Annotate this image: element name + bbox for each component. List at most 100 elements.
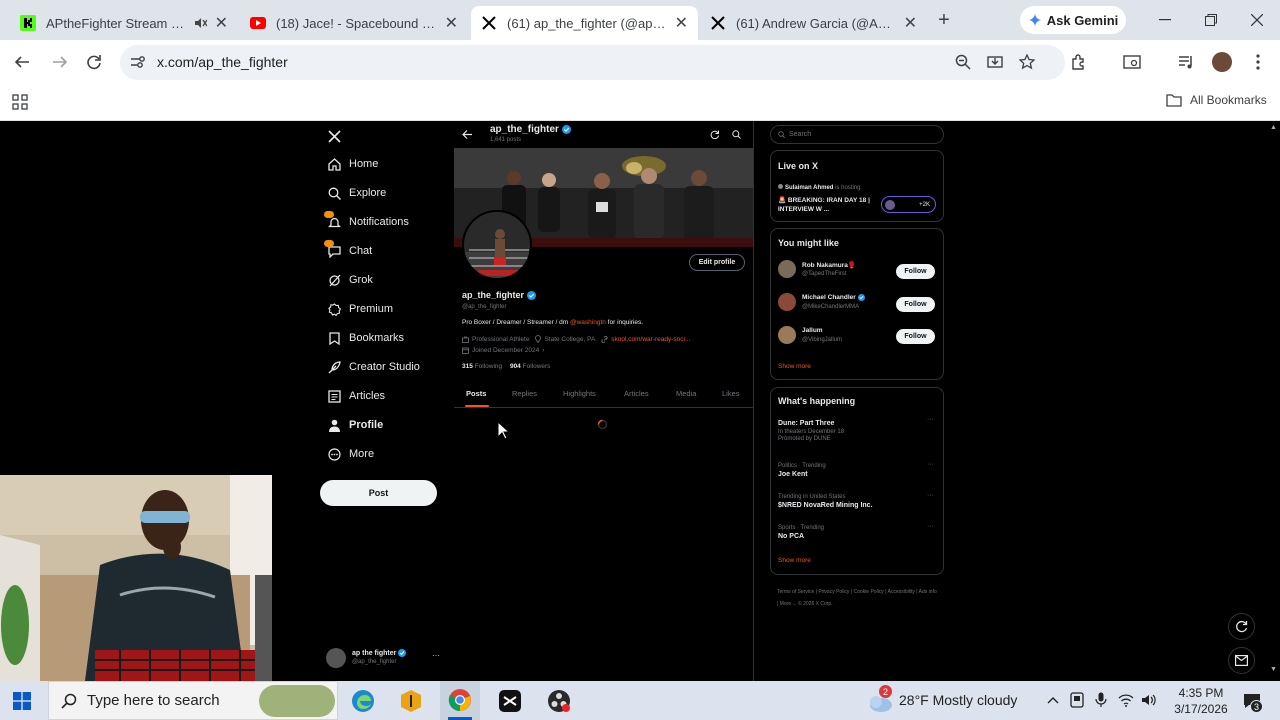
- apps-grid-icon[interactable]: [11, 93, 29, 111]
- back-icon[interactable]: [12, 52, 32, 72]
- menu-icon[interactable]: [1250, 52, 1266, 72]
- follow-button[interactable]: Follow: [896, 297, 935, 312]
- page-scrollbar[interactable]: ▲ ▼: [1267, 121, 1280, 681]
- site-info-icon[interactable]: [130, 54, 146, 70]
- install-app-icon[interactable]: [986, 53, 1004, 71]
- scroll-down-icon[interactable]: ▼: [1270, 666, 1277, 673]
- show-more-link[interactable]: Show more: [778, 363, 811, 370]
- trend-more-icon[interactable]: ···: [927, 523, 934, 530]
- post-button[interactable]: Post: [320, 480, 437, 506]
- taskbar-search-box[interactable]: Type here to search: [48, 681, 338, 720]
- grok-float-button[interactable]: [1228, 613, 1255, 640]
- close-window-icon[interactable]: [1248, 10, 1266, 30]
- microphone-icon[interactable]: [1092, 691, 1110, 709]
- tab-andrew-garcia[interactable]: (61) Andrew Garcia (@Andrew ✕: [700, 6, 927, 40]
- media-control-icon[interactable]: [1176, 52, 1196, 72]
- ask-gemini-button[interactable]: Ask Gemini: [1020, 6, 1126, 34]
- suggested-name[interactable]: Michael Chandler: [802, 294, 856, 301]
- new-tab-icon[interactable]: +: [934, 9, 954, 31]
- profile-avatar[interactable]: [1212, 52, 1232, 72]
- tab-media[interactable]: Media: [676, 389, 696, 398]
- nav-grok[interactable]: Grok: [326, 269, 373, 291]
- suggested-name[interactable]: Jallum: [802, 327, 823, 334]
- show-more-link[interactable]: Show more: [778, 557, 811, 564]
- trend-item[interactable]: Sports · Trending No PCA: [778, 525, 928, 540]
- tab-articles[interactable]: Articles: [624, 389, 649, 398]
- nav-home[interactable]: Home: [326, 153, 378, 175]
- footer-link[interactable]: Accessibility: [888, 589, 915, 595]
- trend-item[interactable]: Politics · Trending Joe Kent: [778, 463, 928, 478]
- tab-search-icon[interactable]: [1122, 52, 1142, 72]
- clock[interactable]: 4:35 PM 3/17/2026: [1166, 685, 1236, 717]
- nav-articles[interactable]: Articles: [326, 385, 385, 407]
- capcut-icon[interactable]: [497, 688, 523, 714]
- footer-link[interactable]: Cookie Policy: [854, 589, 884, 595]
- close-tab-icon[interactable]: ✕: [904, 13, 917, 33]
- messages-float-button[interactable]: [1228, 647, 1255, 674]
- weather-text[interactable]: 28°F Mostly cloudy: [899, 692, 1017, 708]
- device-icon[interactable]: [1068, 691, 1086, 709]
- following-link[interactable]: 315 Following: [462, 363, 502, 370]
- close-tab-icon[interactable]: ✕: [445, 13, 458, 33]
- footer-link[interactable]: Privacy Policy: [818, 589, 849, 595]
- nav-bookmarks[interactable]: Bookmarks: [326, 327, 404, 349]
- follow-button[interactable]: Follow: [896, 264, 935, 279]
- nav-explore[interactable]: Explore: [326, 182, 386, 204]
- close-tab-icon[interactable]: ✕: [675, 13, 688, 33]
- chrome-taskbar-button[interactable]: [440, 681, 480, 720]
- mute-icon[interactable]: [193, 16, 207, 30]
- profile-avatar-large[interactable]: [462, 210, 532, 280]
- all-bookmarks-button[interactable]: All Bookmarks: [1166, 93, 1267, 107]
- obs-icon[interactable]: [546, 688, 572, 714]
- volume-icon[interactable]: [1140, 691, 1158, 709]
- live-listeners-button[interactable]: +2K: [881, 196, 936, 213]
- edge-icon[interactable]: [350, 688, 376, 714]
- tab-likes[interactable]: Likes: [722, 389, 740, 398]
- restore-icon[interactable]: [1202, 10, 1220, 30]
- live-headline[interactable]: 🚨 BREAKING: IRAN DAY 18 | INTERVIEW W ..…: [778, 196, 878, 214]
- close-tab-icon[interactable]: ✕: [215, 13, 228, 33]
- trend-more-icon[interactable]: ···: [927, 492, 934, 499]
- trend-item[interactable]: Trending in United States $NRED NovaRed …: [778, 494, 928, 509]
- footer-link[interactable]: Terms of Service: [777, 589, 814, 595]
- forward-icon[interactable]: [50, 52, 70, 72]
- bio-mention-link[interactable]: @washingtn: [570, 319, 606, 326]
- account-switcher[interactable]: ap the fighter @ap_the_fighter ···: [326, 645, 446, 671]
- address-bar[interactable]: x.com/ap_the_fighter: [120, 45, 1065, 80]
- x-search-input[interactable]: Search: [770, 125, 944, 144]
- reload-icon[interactable]: [84, 52, 104, 72]
- chevron-up-icon[interactable]: [1044, 691, 1062, 709]
- trend-more-icon[interactable]: ···: [927, 416, 934, 423]
- nav-more[interactable]: More: [326, 443, 374, 465]
- follow-button[interactable]: Follow: [896, 329, 935, 344]
- footer-link[interactable]: Ads info: [919, 589, 937, 595]
- footer-link[interactable]: More ...: [780, 601, 797, 607]
- windows-start-icon[interactable]: [12, 691, 32, 711]
- tab-highlights[interactable]: Highlights: [563, 389, 596, 398]
- profile-search-icon[interactable]: [730, 128, 742, 140]
- tab-posts[interactable]: Posts: [466, 389, 486, 398]
- nav-creator-studio[interactable]: Creator Studio: [326, 356, 420, 378]
- account-more-icon[interactable]: ···: [432, 651, 440, 660]
- weather-icon[interactable]: 2: [866, 685, 894, 715]
- x-logo-icon[interactable]: [327, 129, 341, 143]
- back-arrow-icon[interactable]: [460, 127, 474, 141]
- scroll-up-icon[interactable]: ▲: [1270, 124, 1277, 131]
- refresh-icon[interactable]: [708, 128, 720, 140]
- nav-profile[interactable]: Profile: [326, 414, 383, 436]
- edit-profile-button[interactable]: Edit profile: [689, 254, 745, 271]
- wifi-icon[interactable]: [1117, 691, 1135, 709]
- star-icon[interactable]: [1018, 53, 1036, 71]
- suggested-name[interactable]: Rob Nakamura🥊: [802, 261, 856, 269]
- notification-center-icon[interactable]: 3: [1240, 689, 1264, 713]
- minimize-icon[interactable]: [1156, 10, 1174, 30]
- tab-replies[interactable]: Replies: [512, 389, 537, 398]
- extensions-icon[interactable]: [1068, 52, 1088, 72]
- zoom-icon[interactable]: [954, 53, 972, 71]
- profile-link[interactable]: skool.com/war-ready-soci...: [611, 336, 690, 343]
- app-icon[interactable]: [398, 688, 424, 714]
- nav-chat[interactable]: Chat: [324, 240, 372, 262]
- trend-item[interactable]: Dune: Part Three In theaters December 18…: [778, 420, 928, 442]
- tab-ap-the-fighter[interactable]: (61) ap_the_fighter (@ap_the_ ✕: [471, 6, 698, 40]
- nav-notifications[interactable]: Notifications: [324, 211, 409, 233]
